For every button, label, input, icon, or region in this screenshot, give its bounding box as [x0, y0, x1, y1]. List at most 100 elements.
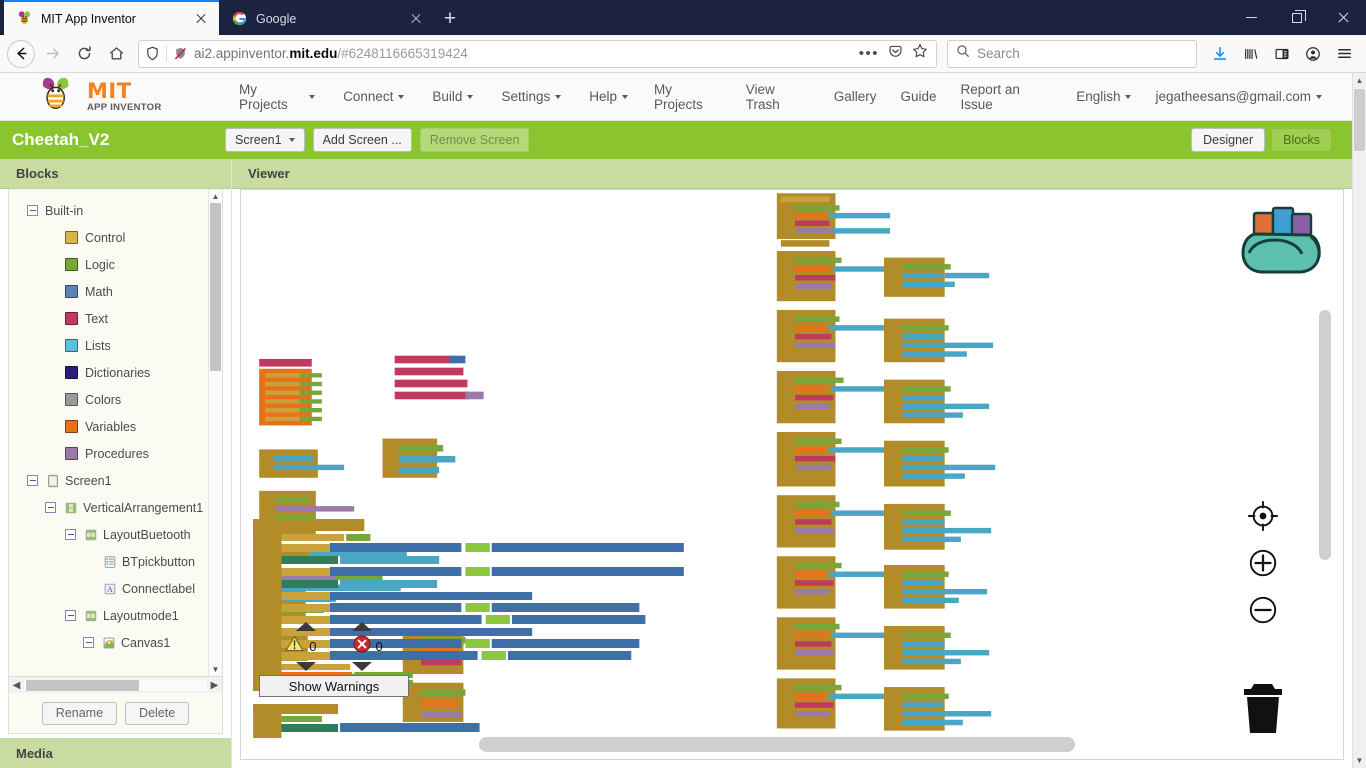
- back-arrow-icon[interactable]: [7, 39, 35, 68]
- collapse-toggle-icon[interactable]: [27, 475, 38, 486]
- trash-can-icon[interactable]: [1237, 679, 1289, 737]
- chevron-down-icon: [1125, 94, 1132, 99]
- scroll-left-icon[interactable]: ◀: [9, 680, 24, 691]
- scrollbar-thumb[interactable]: [1354, 89, 1365, 151]
- link-view-trash[interactable]: View Trash: [734, 76, 822, 118]
- add-screen-button[interactable]: Add Screen ...: [312, 128, 412, 152]
- error-down-arrow-icon[interactable]: [352, 662, 372, 671]
- tree-item-connectlabel[interactable]: A Connectlabel: [9, 575, 208, 602]
- link-my-projects[interactable]: My Projects: [642, 76, 734, 118]
- link-guide[interactable]: Guide: [889, 83, 949, 110]
- user-email-menu[interactable]: jegatheesans@gmail.com: [1143, 83, 1334, 110]
- tree-item-btpickbutton[interactable]: BTpickbutton: [9, 548, 208, 575]
- collapse-toggle-icon[interactable]: [45, 502, 56, 513]
- tree-item-label: Built-in: [45, 203, 84, 218]
- tree-item-built-in[interactable]: Built-in: [9, 197, 208, 224]
- delete-button[interactable]: Delete: [125, 701, 190, 725]
- rename-button[interactable]: Rename: [41, 701, 118, 725]
- search-input[interactable]: Search: [977, 46, 1020, 61]
- new-tab-button[interactable]: +: [434, 2, 466, 35]
- scrollbar-thumb[interactable]: [26, 679, 140, 691]
- tree-vertical-scrollbar[interactable]: ▲ ▼: [208, 189, 222, 676]
- tree-item-dictionaries[interactable]: Dictionaries: [9, 359, 208, 386]
- tree-item-variables[interactable]: Variables: [9, 413, 208, 440]
- tree-item-layoutmode1[interactable]: Layoutmode1: [9, 602, 208, 629]
- link-report-an-issue[interactable]: Report an Issue: [949, 76, 1065, 118]
- tab-blocks[interactable]: Blocks: [1271, 128, 1332, 152]
- search-bar[interactable]: Search: [947, 39, 1197, 68]
- menu-connect[interactable]: Connect: [329, 83, 418, 110]
- tree-item-procedures[interactable]: Procedures: [9, 440, 208, 467]
- tracking-protection-off-icon[interactable]: [173, 46, 188, 61]
- collapse-toggle-icon[interactable]: [83, 637, 94, 648]
- tree-item-control[interactable]: Control: [9, 224, 208, 251]
- scrollbar-thumb[interactable]: [210, 203, 221, 371]
- warning-down-arrow-icon[interactable]: [296, 662, 316, 671]
- tree-item-layoutbuetooth[interactable]: LayoutBuetooth: [9, 521, 208, 548]
- blocks-workspace[interactable]: 0 0 Show Warnings: [240, 189, 1344, 760]
- close-icon[interactable]: [408, 11, 424, 27]
- tree-item-logic[interactable]: Logic: [9, 251, 208, 278]
- screen-selector[interactable]: Screen1: [225, 128, 305, 152]
- tree-horizontal-scrollbar[interactable]: ◀ ▶: [9, 676, 222, 693]
- link-gallery[interactable]: Gallery: [822, 83, 889, 110]
- tree-item-lists[interactable]: Lists: [9, 332, 208, 359]
- bookmark-star-icon[interactable]: [912, 43, 928, 64]
- collapse-toggle-icon[interactable]: [65, 610, 76, 621]
- workspace-vertical-scrollbar[interactable]: [1319, 310, 1331, 560]
- menu-settings[interactable]: Settings: [487, 83, 575, 110]
- error-up-arrow-icon[interactable]: [352, 622, 372, 631]
- reload-icon[interactable]: [69, 39, 99, 69]
- chevron-down-icon: [288, 138, 295, 142]
- scroll-up-icon[interactable]: ▲: [1353, 73, 1366, 88]
- collapse-toggle-icon[interactable]: [27, 205, 38, 216]
- tree-item-math[interactable]: Math: [9, 278, 208, 305]
- zoom-in-icon[interactable]: [1247, 547, 1279, 584]
- restore-icon[interactable]: [1274, 0, 1320, 35]
- library-icon[interactable]: [1236, 39, 1266, 69]
- zoom-out-icon[interactable]: [1247, 594, 1279, 631]
- tree-item-label: Screen1: [65, 473, 112, 488]
- close-icon[interactable]: [1320, 0, 1366, 35]
- workspace-horizontal-scrollbar[interactable]: [479, 737, 1075, 752]
- left-variables-cluster: [259, 358, 322, 426]
- tree-item-verticalarrangement1[interactable]: VerticalArrangement1: [9, 494, 208, 521]
- tree-item-text[interactable]: Text: [9, 305, 208, 332]
- page-actions-icon[interactable]: •••: [859, 46, 879, 61]
- show-warnings-button[interactable]: Show Warnings: [259, 675, 409, 697]
- appinventor-logo[interactable]: MIT APP INVENTOR: [10, 75, 225, 118]
- tree-item-canvas1[interactable]: Canvas1: [9, 629, 208, 656]
- collapse-toggle-icon[interactable]: [65, 529, 76, 540]
- tab-google[interactable]: Google: [219, 2, 434, 35]
- page-vertical-scrollbar[interactable]: ▲ ▼: [1352, 73, 1366, 768]
- mid-proc-cluster: [382, 438, 456, 478]
- warning-up-arrow-icon[interactable]: [296, 622, 316, 631]
- tab-title: MIT App Inventor: [41, 11, 136, 26]
- tab-mit-app-inventor[interactable]: MIT App Inventor: [4, 0, 219, 35]
- scroll-up-icon[interactable]: ▲: [212, 189, 220, 203]
- tree-item-screen1[interactable]: Screen1: [9, 467, 208, 494]
- backpack-icon[interactable]: [1237, 205, 1329, 277]
- minimize-icon[interactable]: [1228, 0, 1274, 35]
- menu-help[interactable]: Help: [575, 83, 642, 110]
- language-selector[interactable]: English: [1064, 83, 1143, 110]
- sidebar-icon[interactable]: [1267, 39, 1297, 69]
- menu-build[interactable]: Build: [418, 83, 487, 110]
- shield-icon[interactable]: [145, 46, 160, 61]
- close-icon[interactable]: [193, 11, 209, 27]
- scroll-down-icon[interactable]: ▼: [212, 662, 220, 676]
- tree-item-colors[interactable]: Colors: [9, 386, 208, 413]
- forward-arrow-icon[interactable]: [37, 39, 67, 69]
- scrollbar-track[interactable]: [24, 679, 207, 691]
- pocket-icon[interactable]: [888, 44, 903, 64]
- account-icon[interactable]: [1298, 39, 1328, 69]
- downloads-icon[interactable]: [1205, 39, 1235, 69]
- address-bar[interactable]: ai2.appinventor.mit.edu/#624811666531942…: [138, 39, 937, 68]
- home-icon[interactable]: [101, 39, 131, 69]
- center-workspace-icon[interactable]: [1247, 500, 1279, 537]
- menu-my-projects[interactable]: My Projects: [225, 76, 329, 118]
- app-menu-icon[interactable]: [1329, 39, 1359, 69]
- tab-designer[interactable]: Designer: [1191, 128, 1266, 152]
- scroll-down-icon[interactable]: ▼: [1353, 753, 1366, 768]
- scroll-right-icon[interactable]: ▶: [207, 680, 222, 691]
